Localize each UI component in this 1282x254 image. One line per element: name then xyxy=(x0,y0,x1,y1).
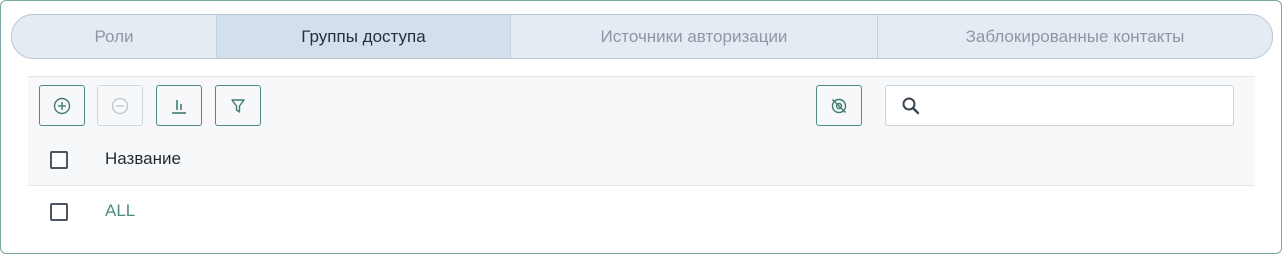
tab-bar: Роли Группы доступа Источники авторизаци… xyxy=(11,14,1273,59)
tab-auth-sources[interactable]: Источники авторизации xyxy=(511,15,878,58)
stats-button[interactable] xyxy=(156,85,202,126)
search-input[interactable] xyxy=(931,95,1225,116)
filter-button[interactable] xyxy=(215,85,261,126)
toolbar xyxy=(28,76,1255,135)
select-all-checkbox[interactable] xyxy=(50,151,68,169)
bar-chart-icon xyxy=(172,99,186,114)
hide-button[interactable] xyxy=(816,85,862,126)
add-button[interactable] xyxy=(39,85,85,126)
table-panel: Название ALL xyxy=(28,76,1255,241)
tab-blocked-contacts[interactable]: Заблокированные контакты xyxy=(878,15,1272,58)
filter-icon xyxy=(231,98,245,113)
table-row[interactable]: ALL xyxy=(28,186,1255,237)
search-field[interactable] xyxy=(885,85,1234,126)
eye-off-icon xyxy=(831,98,847,113)
row-checkbox[interactable] xyxy=(50,203,68,221)
column-header-name[interactable]: Название xyxy=(105,149,181,169)
minus-circle-icon xyxy=(111,97,129,114)
access-groups-panel: Роли Группы доступа Источники авторизаци… xyxy=(0,0,1282,254)
tab-access-groups[interactable]: Группы доступа xyxy=(217,15,511,58)
remove-button[interactable] xyxy=(97,85,143,126)
plus-circle-icon xyxy=(53,97,71,114)
table-header: Название xyxy=(28,134,1255,186)
search-icon xyxy=(902,97,920,114)
row-name-link[interactable]: ALL xyxy=(105,201,135,221)
tab-roles[interactable]: Роли xyxy=(12,15,217,58)
